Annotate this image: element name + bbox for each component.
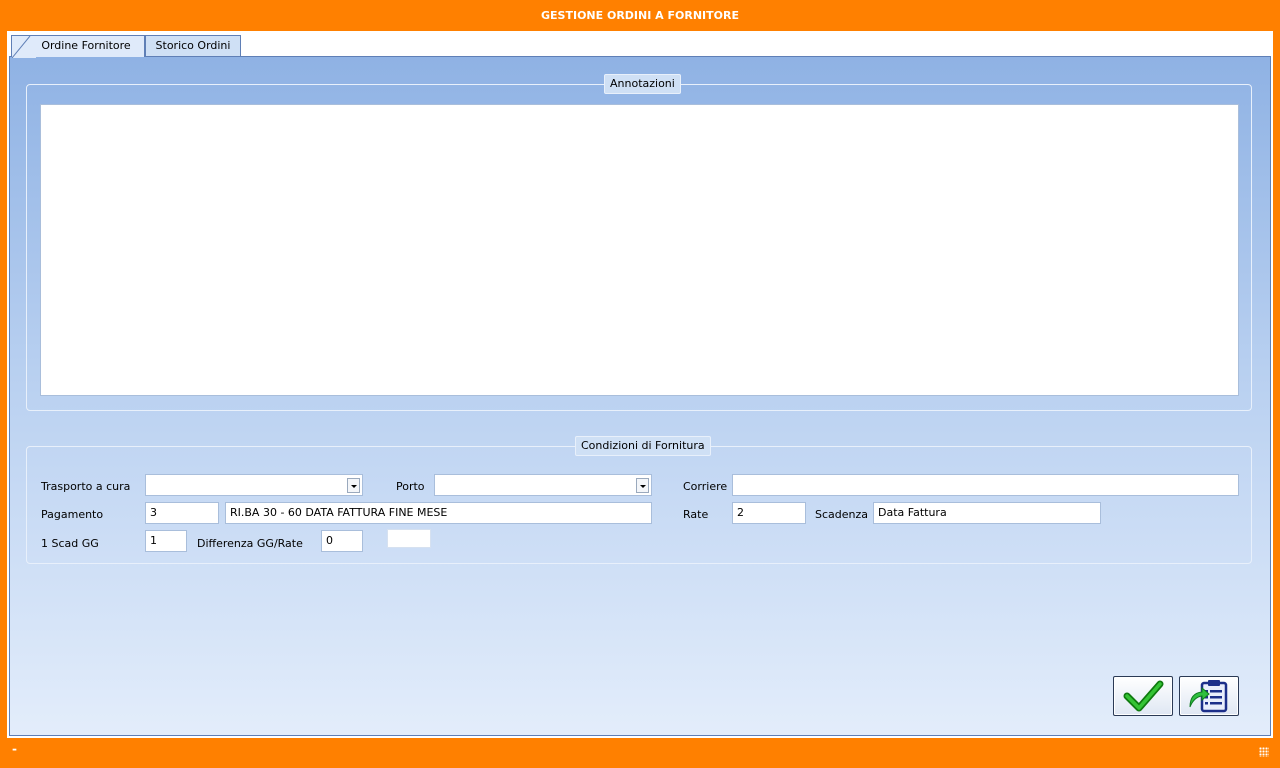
tab-slant [12,36,36,58]
corriere-label: Corriere [683,480,728,493]
rate-input[interactable]: 2 [732,502,806,524]
trasporto-label: Trasporto a cura [41,480,131,493]
status-text: - [12,742,17,756]
prima-scad-label: 1 Scad GG [41,537,99,550]
tab-storico-ordini[interactable]: Storico Ordini [145,35,241,56]
rate-label: Rate [683,508,709,521]
trasporto-combo[interactable] [145,474,363,496]
pagamento-label: Pagamento [41,508,104,521]
chevron-down-icon[interactable] [636,478,649,493]
corriere-input[interactable] [732,474,1239,496]
annotazioni-group: Annotazioni [26,74,1252,411]
prima-scad-input[interactable]: 1 [145,530,187,552]
status-bar: - [7,738,1273,760]
annotazioni-textarea[interactable] [40,104,1239,396]
porto-combo[interactable] [434,474,652,496]
tab-page-ordine-fornitore: Annotazioni Condizioni di Fornitura Tras… [9,56,1271,736]
window-title: GESTIONE ORDINI A FORNITORE [0,0,1280,31]
tab-ordine-fornitore[interactable]: Ordine Fornitore [11,35,145,58]
condizioni-group: Condizioni di Fornitura Trasporto a cura… [26,436,1252,564]
porto-label: Porto [396,480,425,493]
export-order-button[interactable] [1179,676,1239,716]
annotazioni-legend: Annotazioni [604,74,681,94]
tab-label: Storico Ordini [155,39,231,52]
differenza-extra-input[interactable] [387,529,431,548]
resize-grip-icon[interactable] [1259,747,1269,757]
pagamento-code-input[interactable]: 3 [145,502,219,524]
scadenza-input[interactable]: Data Fattura [873,502,1101,524]
checkmark-icon [1123,680,1164,712]
confirm-button[interactable] [1113,676,1173,716]
pagamento-description-input[interactable]: RI.BA 30 - 60 DATA FATTURA FINE MESE [225,502,652,524]
tab-label: Ordine Fornitore [41,39,131,52]
differenza-input[interactable]: 0 [321,530,363,552]
chevron-down-icon[interactable] [347,478,360,493]
window-client: Ordine Fornitore Storico Ordini Annotazi… [7,31,1273,738]
clipboard-export-icon [1189,680,1228,713]
differenza-label: Differenza GG/Rate [197,537,303,550]
scadenza-label: Scadenza [815,508,869,521]
condizioni-legend: Condizioni di Fornitura [575,436,711,456]
